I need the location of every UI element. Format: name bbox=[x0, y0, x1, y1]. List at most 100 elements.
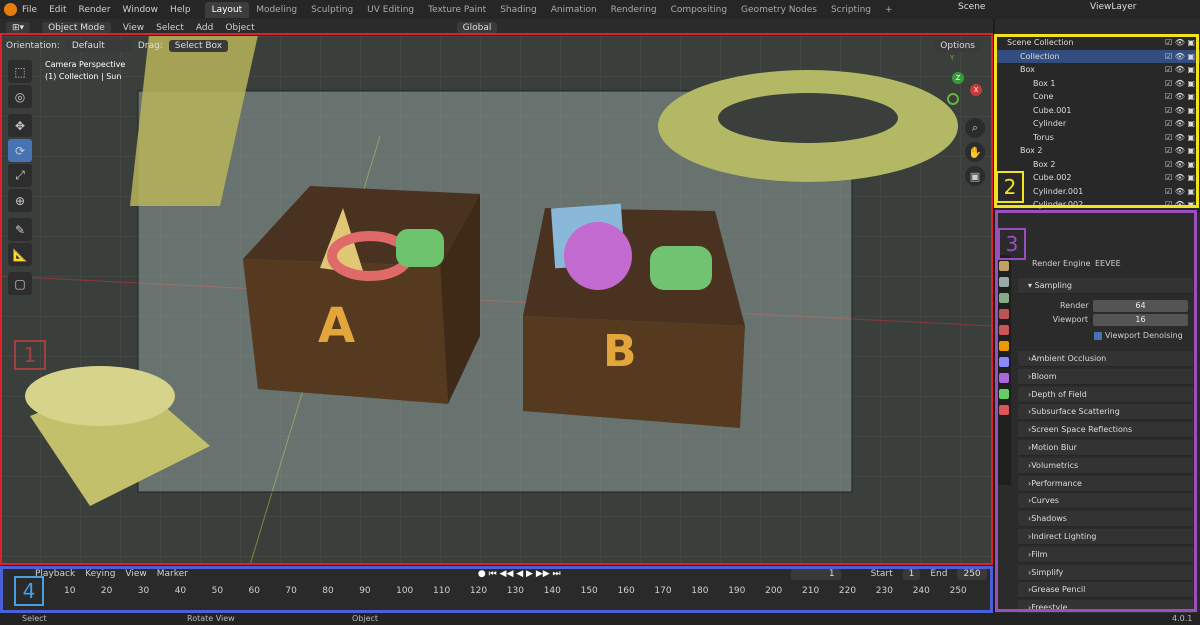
drag-dropdown[interactable]: Select Box bbox=[168, 39, 229, 52]
view-layer-selector[interactable]: ViewLayer bbox=[1090, 2, 1170, 17]
panel-screen-space-reflections[interactable]: › Screen Space Reflections bbox=[1018, 422, 1193, 439]
tab-animation[interactable]: Animation bbox=[544, 2, 604, 18]
menu-item-render[interactable]: Render bbox=[79, 5, 111, 15]
navigation-gizmo[interactable]: Z X Y bbox=[930, 54, 982, 126]
timeline-menu-view[interactable]: View bbox=[125, 569, 146, 579]
panel-film[interactable]: › Film bbox=[1018, 546, 1193, 563]
tab-shading[interactable]: Shading bbox=[493, 2, 544, 18]
outliner-row[interactable]: Box 2 ☑ 👁 ▣ bbox=[995, 144, 1200, 158]
scale-icon[interactable]: ⤢ bbox=[8, 164, 32, 187]
cursor-icon[interactable]: ◎ bbox=[8, 85, 32, 108]
tab-compositing[interactable]: Compositing bbox=[664, 2, 734, 18]
visibility-icons[interactable]: ☑ 👁 ▣ bbox=[1165, 92, 1195, 101]
timeline-menu-marker[interactable]: Marker bbox=[157, 569, 188, 579]
panel-motion-blur[interactable]: › Motion Blur bbox=[1018, 440, 1193, 456]
tab-scripting[interactable]: Scripting bbox=[824, 2, 878, 18]
visibility-icons[interactable]: ☑ 👁 ▣ bbox=[1165, 38, 1195, 47]
tab-rendering[interactable]: Rendering bbox=[604, 2, 664, 18]
timeline[interactable]: Playback Keying View Marker ● ⏮ ◀◀ ◀ ▶ ▶▶ ⏭… bbox=[0, 566, 993, 614]
visibility-icons[interactable]: ☑ 👁 ▣ bbox=[1165, 106, 1195, 115]
outliner-row[interactable]: Cylinder ☑ 👁 ▣ bbox=[995, 117, 1200, 131]
visibility-icons[interactable]: ☑ 👁 ▣ bbox=[1165, 133, 1195, 142]
transform-icon[interactable]: ⊕ bbox=[8, 189, 32, 212]
outliner-row[interactable]: Box 2 ☑ 👁 ▣ bbox=[995, 158, 1200, 172]
outliner-row[interactable]: Cube.001 ☑ 👁 ▣ bbox=[995, 104, 1200, 118]
add-cube-icon[interactable]: ▢ bbox=[8, 272, 32, 295]
panel-performance[interactable]: › Performance bbox=[1018, 475, 1193, 492]
menu-item-window[interactable]: Window bbox=[123, 5, 159, 15]
render-engine-dropdown[interactable]: EEVEE bbox=[1095, 259, 1193, 268]
outliner-row[interactable]: Torus ☑ 👁 ▣ bbox=[995, 131, 1200, 145]
tab-texture-paint[interactable]: Texture Paint bbox=[421, 2, 493, 18]
visibility-icons[interactable]: ☑ 👁 ▣ bbox=[1165, 160, 1195, 169]
scene-selector[interactable]: Scene bbox=[948, 2, 1038, 17]
editor-type-button[interactable]: ⊞▾ bbox=[6, 21, 31, 34]
mode-selector[interactable]: Object Mode bbox=[42, 21, 111, 34]
viewport-samples-field[interactable]: 16 bbox=[1093, 314, 1188, 326]
move-icon[interactable]: ✥ bbox=[8, 114, 32, 137]
axis-y-circle[interactable] bbox=[947, 93, 959, 105]
sampling-panel[interactable]: ▾ Sampling bbox=[1018, 278, 1193, 294]
outliner-row[interactable]: Collection ☑ 👁 ▣ bbox=[995, 49, 1200, 63]
panel-indirect-lighting[interactable]: › Indirect Lighting bbox=[1018, 529, 1193, 545]
constraints-tab-icon[interactable] bbox=[999, 389, 1009, 399]
world-tab-icon[interactable] bbox=[999, 325, 1009, 335]
end-field[interactable]: 250 bbox=[957, 568, 987, 580]
axis-z[interactable]: Z bbox=[952, 72, 964, 84]
select-box-icon[interactable]: ⬚ bbox=[8, 60, 32, 83]
visibility-icons[interactable]: ☑ 👁 ▣ bbox=[1165, 187, 1195, 196]
transform-orientation[interactable]: Global bbox=[456, 21, 498, 34]
menu-item-file[interactable]: File bbox=[22, 5, 37, 15]
visibility-icons[interactable]: ☑ 👁 ▣ bbox=[1165, 65, 1195, 74]
start-field[interactable]: 1 bbox=[902, 568, 921, 580]
panel-grease-pencil[interactable]: › Grease Pencil bbox=[1018, 582, 1193, 599]
render-tab-icon[interactable] bbox=[999, 277, 1009, 287]
tab-add[interactable]: + bbox=[878, 2, 900, 18]
panel-simplify[interactable]: › Simplify bbox=[1018, 564, 1193, 581]
axis-x[interactable]: X bbox=[970, 84, 982, 96]
panel-volumetrics[interactable]: › Volumetrics bbox=[1018, 457, 1193, 474]
panel-depth-of-field[interactable]: › Depth of Field bbox=[1018, 386, 1193, 403]
panel-subsurface-scattering[interactable]: › Subsurface Scattering bbox=[1018, 404, 1193, 421]
visibility-icons[interactable]: ☑ 👁 ▣ bbox=[1165, 146, 1195, 155]
outliner-row[interactable]: Box ☑ 👁 ▣ bbox=[995, 63, 1200, 77]
menu-item-help[interactable]: Help bbox=[170, 5, 191, 15]
panel-curves[interactable]: › Curves bbox=[1018, 493, 1193, 510]
visibility-icons[interactable]: ☑ 👁 ▣ bbox=[1165, 52, 1195, 61]
output-tab-icon[interactable] bbox=[999, 293, 1009, 303]
viewport-menu-object[interactable]: Object bbox=[225, 23, 254, 33]
outliner-row[interactable]: Cube.002 ☑ 👁 ▣ bbox=[995, 171, 1200, 185]
camera-view-icon[interactable]: ▣ bbox=[965, 166, 985, 186]
tool-tab-icon[interactable] bbox=[999, 261, 1009, 271]
render-samples-field[interactable]: 64 bbox=[1093, 300, 1188, 312]
object-tab-icon[interactable] bbox=[999, 341, 1009, 351]
3d-viewport[interactable]: A B Camera Perspective (1) Collection | … bbox=[0, 36, 993, 565]
visibility-icons[interactable]: ☑ 👁 ▣ bbox=[1165, 200, 1195, 209]
tab-uv-editing[interactable]: UV Editing bbox=[360, 2, 421, 18]
measure-icon[interactable]: 📐 bbox=[8, 243, 32, 266]
panel-bloom[interactable]: › Bloom bbox=[1018, 368, 1193, 385]
timeline-menu-keying[interactable]: Keying bbox=[85, 569, 115, 579]
outliner-row[interactable]: Cylinder.001 ☑ 👁 ▣ bbox=[995, 185, 1200, 199]
visibility-icons[interactable]: ☑ 👁 ▣ bbox=[1165, 173, 1195, 182]
tab-modeling[interactable]: Modeling bbox=[249, 2, 304, 18]
orientation-dropdown[interactable]: Default bbox=[65, 39, 132, 52]
visibility-icons[interactable]: ☑ 👁 ▣ bbox=[1165, 119, 1195, 128]
menu-item-edit[interactable]: Edit bbox=[49, 5, 66, 15]
outliner-row[interactable]: Scene Collection ☑ 👁 ▣ bbox=[995, 36, 1200, 50]
denoise-checkbox[interactable] bbox=[1094, 332, 1102, 340]
blender-logo-icon[interactable] bbox=[4, 3, 17, 16]
playback-controls[interactable]: ● ⏮ ◀◀ ◀ ▶ ▶▶ ⏭ bbox=[478, 569, 561, 579]
panel-ambient-occlusion[interactable]: › Ambient Occlusion bbox=[1018, 351, 1193, 367]
viewport-menu-view[interactable]: View bbox=[123, 23, 144, 33]
texture-tab-icon[interactable] bbox=[999, 405, 1009, 415]
outliner-row[interactable]: Cone ☑ 👁 ▣ bbox=[995, 90, 1200, 104]
modifier-tab-icon[interactable] bbox=[999, 357, 1009, 367]
tab-layout[interactable]: Layout bbox=[204, 1, 250, 18]
annotate-icon[interactable]: ✎ bbox=[8, 218, 32, 241]
panel-shadows[interactable]: › Shadows bbox=[1018, 511, 1193, 528]
viewport-menu-select[interactable]: Select bbox=[156, 23, 184, 33]
visibility-icons[interactable]: ☑ 👁 ▣ bbox=[1165, 79, 1195, 88]
tab-geometry-nodes[interactable]: Geometry Nodes bbox=[734, 2, 824, 18]
current-frame-field[interactable]: 1 bbox=[790, 568, 841, 580]
